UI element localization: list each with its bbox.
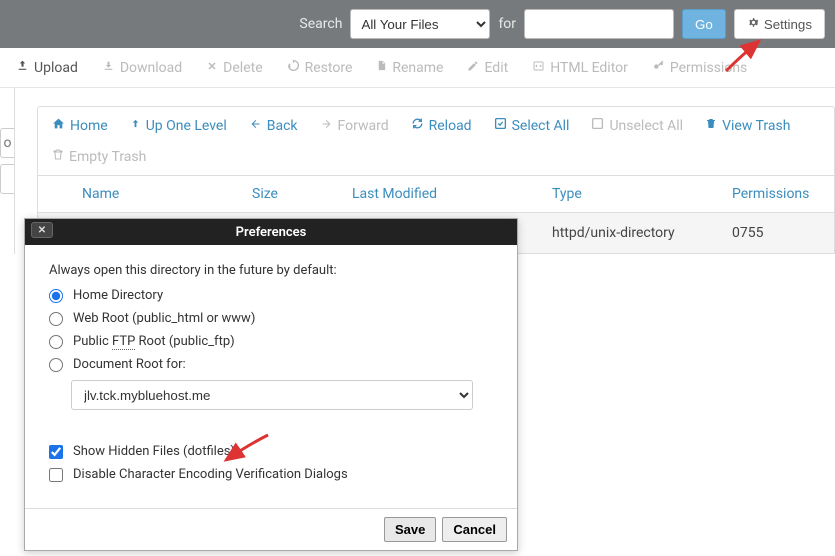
radio-ftp-input[interactable] [49, 335, 63, 349]
home-icon [52, 117, 65, 134]
collapsed-tab[interactable]: o [0, 128, 14, 158]
disable-encoding-checkbox[interactable]: Disable Character Encoding Verification … [49, 467, 497, 482]
show-hidden-input[interactable] [49, 445, 63, 459]
upload-button[interactable]: Upload [16, 59, 78, 76]
settings-button[interactable]: Settings [734, 9, 825, 39]
col-size-header[interactable]: Size [252, 186, 352, 202]
key-icon [652, 59, 665, 76]
file-action-bar: Upload Download Delete Restore Rename Ed… [0, 48, 835, 88]
home-button[interactable]: Home [52, 117, 108, 134]
col-type-header[interactable]: Type [552, 186, 732, 202]
empty-square-icon [591, 117, 604, 134]
unselect-all-button[interactable]: Unselect All [591, 117, 683, 134]
modal-body: Always open this directory in the future… [25, 245, 517, 508]
search-scope-select[interactable]: All Your Files [350, 9, 490, 39]
modal-footer: Save Cancel [25, 508, 517, 550]
modal-title: Preferences [236, 225, 307, 240]
permissions-button[interactable]: Permissions [652, 59, 747, 76]
radio-home-directory[interactable]: Home Directory [49, 288, 497, 303]
rename-button[interactable]: Rename [376, 59, 443, 76]
radio-webroot-input[interactable] [49, 312, 63, 326]
empty-trash-button[interactable]: Empty Trash [52, 148, 146, 165]
radio-doc-root[interactable]: Document Root for: [49, 357, 497, 372]
view-trash-button[interactable]: View Trash [705, 117, 790, 134]
select-all-button[interactable]: Select All [494, 117, 570, 134]
show-hidden-files-checkbox[interactable]: Show Hidden Files (dotfiles) [49, 444, 497, 459]
restore-icon [287, 59, 300, 76]
back-button[interactable]: Back [249, 117, 298, 134]
docroot-select-wrapper: jlv.tck.mybluehost.me [71, 380, 497, 410]
trash-empty-icon [52, 148, 64, 165]
cell-permissions: 0755 [732, 225, 820, 241]
radio-home-input[interactable] [49, 289, 63, 303]
close-icon: ✕ [38, 225, 46, 236]
disable-encoding-input[interactable] [49, 468, 63, 482]
reload-button[interactable]: Reload [411, 117, 472, 134]
nav-toolbar: Home Up One Level Back Forward Reload Se… [37, 106, 835, 176]
gear-icon [747, 16, 760, 32]
file-icon [376, 59, 387, 76]
edit-button[interactable]: Edit [467, 60, 508, 76]
back-icon [249, 118, 262, 134]
html-icon [532, 60, 545, 76]
up-icon [130, 117, 141, 134]
upload-icon [16, 59, 29, 76]
search-input[interactable] [524, 9, 674, 39]
collapsed-tab-2[interactable] [0, 164, 14, 194]
default-dir-prompt: Always open this directory in the future… [49, 263, 497, 278]
col-modified-header[interactable]: Last Modified [352, 186, 552, 202]
download-button[interactable]: Download [102, 59, 182, 76]
settings-label: Settings [764, 17, 812, 32]
go-button[interactable]: Go [682, 9, 726, 39]
col-permissions-header[interactable]: Permissions [732, 186, 820, 202]
modal-title-bar: ✕ Preferences [25, 219, 517, 245]
radio-docroot-input[interactable] [49, 358, 63, 372]
radio-web-root[interactable]: Web Root (public_html or www) [49, 311, 497, 326]
preferences-modal: ✕ Preferences Always open this directory… [24, 218, 518, 551]
left-collapsed-panel: o [0, 88, 15, 254]
modal-close-button[interactable]: ✕ [31, 222, 53, 238]
pencil-icon [467, 60, 479, 76]
save-button[interactable]: Save [384, 517, 436, 542]
col-name-header[interactable]: Name [52, 186, 252, 202]
for-label: for [498, 16, 516, 32]
html-editor-button[interactable]: HTML Editor [532, 60, 628, 76]
radio-ftp-root[interactable]: Public FTP Root (public_ftp) [49, 334, 497, 349]
up-one-level-button[interactable]: Up One Level [130, 117, 227, 134]
delete-button[interactable]: Delete [206, 60, 262, 76]
restore-button[interactable]: Restore [287, 59, 353, 76]
cell-type: httpd/unix-directory [552, 225, 732, 241]
cancel-button[interactable]: Cancel [442, 517, 507, 542]
search-label: Search [299, 16, 342, 32]
reload-icon [411, 117, 424, 134]
forward-button[interactable]: Forward [320, 117, 389, 134]
table-header: Name Size Last Modified Type Permissions [37, 176, 835, 213]
top-search-bar: Search All Your Files for Go Settings [0, 0, 835, 48]
docroot-select[interactable]: jlv.tck.mybluehost.me [71, 380, 473, 410]
x-icon [206, 60, 218, 76]
download-icon [102, 59, 115, 76]
check-square-icon [494, 117, 507, 134]
forward-icon [320, 118, 333, 134]
trash-icon [705, 117, 717, 134]
